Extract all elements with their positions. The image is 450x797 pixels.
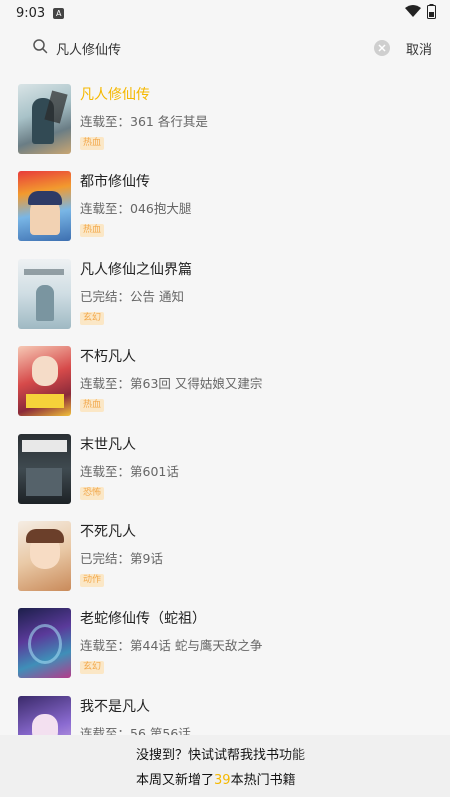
genre-tag: 恐怖	[80, 486, 105, 500]
book-progress: 已完结：第9话	[80, 550, 163, 566]
search-input[interactable]: 凡人修仙传	[24, 32, 406, 64]
book-title: 不朽凡人	[80, 349, 136, 366]
book-cover	[18, 346, 71, 417]
book-progress: 连载至：361 各行其是	[80, 114, 208, 129]
list-item[interactable]: 不朽凡人 连载至：第63回 又得姑娘又建宗 热血	[0, 340, 450, 427]
genre-tag: 玄幻	[80, 661, 105, 675]
book-title: 我不是凡人	[80, 698, 150, 715]
banner-fade-overlay	[280, 735, 450, 797]
book-progress: 连载至：第63回 又得姑娘又建宗	[80, 376, 263, 392]
book-cover	[18, 258, 71, 329]
search-bar: 凡人修仙传 取消	[0, 30, 450, 66]
book-title: 凡人修仙之仙界篇	[80, 261, 192, 278]
book-cover	[18, 433, 71, 504]
book-cover	[18, 84, 71, 154]
book-title: 凡人修仙传	[80, 87, 150, 103]
search-icon	[32, 38, 48, 58]
book-cover	[18, 171, 71, 242]
genre-tag: 热血	[80, 224, 105, 238]
wifi-icon	[405, 4, 421, 22]
genre-tag: 动作	[80, 573, 105, 587]
status-bar: 9:03 A	[0, 0, 450, 26]
genre-tag: 热血	[80, 137, 105, 150]
book-title: 都市修仙传	[80, 174, 150, 191]
battery-icon	[427, 3, 436, 23]
list-item[interactable]: 都市修仙传 连载至：046抱大腿 热血	[0, 165, 450, 252]
list-item[interactable]: 老蛇修仙传（蛇祖） 连载至：第44话 蛇与鹰天敌之争 玄幻	[0, 602, 450, 689]
clear-search-icon[interactable]	[373, 40, 390, 56]
book-progress: 连载至：第601话	[80, 463, 179, 479]
cancel-button[interactable]: 取消	[406, 39, 432, 58]
banner-prefix: 本周又新增了	[136, 773, 215, 788]
book-title: 老蛇修仙传（蛇祖）	[80, 611, 206, 628]
genre-tag: 热血	[80, 399, 105, 413]
search-query: 凡人修仙传	[56, 42, 122, 58]
status-time: 9:03	[16, 5, 46, 21]
book-progress: 已完结：公告 通知	[80, 288, 184, 304]
book-title: 不死凡人	[80, 523, 136, 540]
book-cover	[18, 520, 71, 591]
banner-count: 39	[214, 773, 231, 788]
genre-tag: 玄幻	[80, 311, 105, 325]
book-progress: 连载至：046抱大腿	[80, 201, 192, 217]
book-title: 末世凡人	[80, 436, 136, 453]
notification-app-icon: A	[53, 7, 65, 19]
book-progress: 连载至：第44话 蛇与鹰天敌之争	[80, 638, 263, 654]
search-results-list: 凡人修仙传 连载至：361 各行其是 热血 都市修仙传 连载至：046抱大腿 热…	[0, 78, 450, 777]
book-cover	[18, 608, 71, 679]
find-book-banner[interactable]: 没搜到？快试试帮我找书功能 本周又新增了39本热门书籍	[0, 735, 450, 797]
list-item[interactable]: 不死凡人 已完结：第9话 动作	[0, 515, 450, 602]
list-item[interactable]: 凡人修仙之仙界篇 已完结：公告 通知 玄幻	[0, 253, 450, 340]
list-item[interactable]: 凡人修仙传 连载至：361 各行其是 热血	[0, 78, 450, 165]
list-item[interactable]: 末世凡人 连载至：第601话 恐怖	[0, 428, 450, 515]
